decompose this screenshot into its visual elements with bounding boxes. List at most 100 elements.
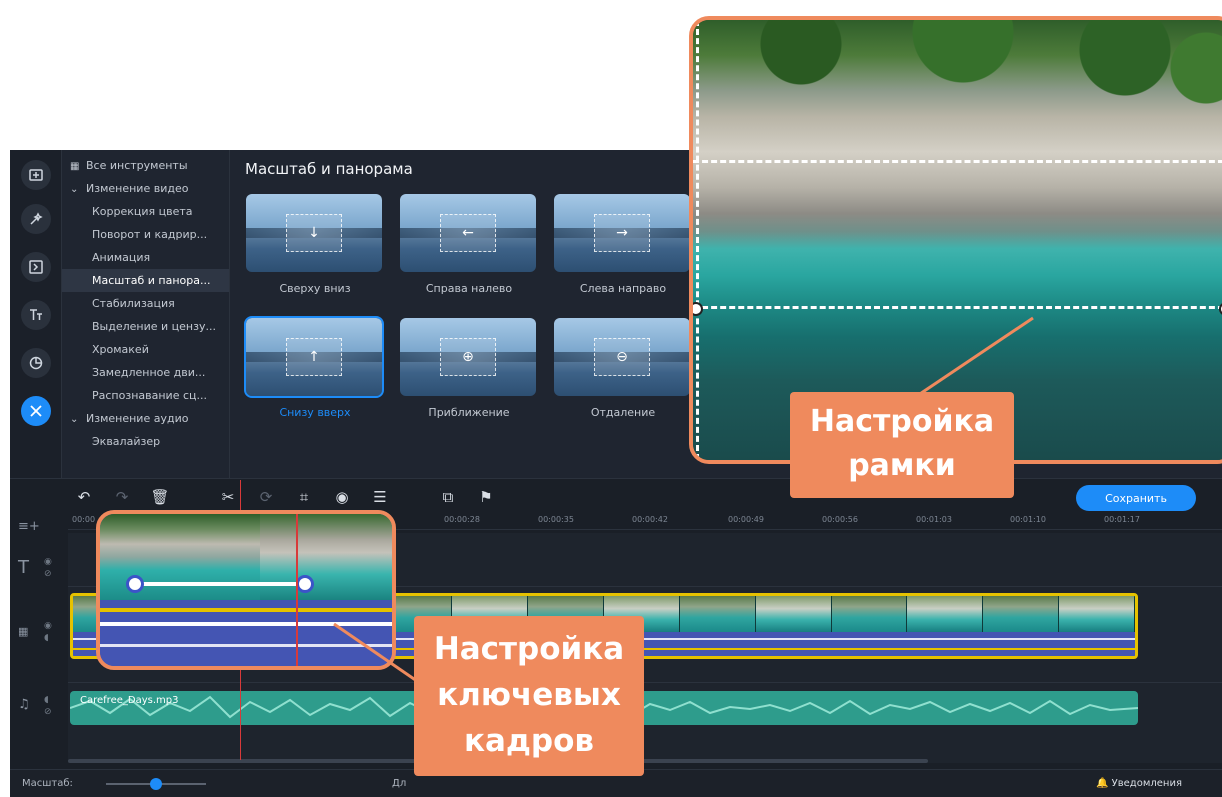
color-icon[interactable]: ◉: [328, 485, 356, 509]
magic-wand-icon[interactable]: [21, 204, 51, 234]
timeline-toolbar: ↶ ↷ 🗑 ✂ ⟳ ⌗ ◉ ☰ ⧉ ⚑: [70, 485, 510, 509]
tool-item-highlight[interactable]: Выделение и цензу...: [62, 315, 229, 338]
tool-item-stabilization[interactable]: Стабилизация: [62, 292, 229, 315]
preset-right-left[interactable]: ← Справа налево: [400, 194, 538, 295]
chevron-down-icon: ⌄: [70, 184, 79, 195]
overlay-icon[interactable]: ⧉: [434, 485, 462, 509]
lock-icon[interactable]: ⊘: [44, 707, 52, 717]
tool-item-equalizer[interactable]: Эквалайзер: [62, 430, 229, 453]
delete-icon[interactable]: 🗑: [146, 485, 174, 509]
tool-item-pan-zoom[interactable]: Масштаб и панора...: [62, 269, 229, 292]
preset-left-right[interactable]: → Слева направо: [554, 194, 692, 295]
audio-track-icon: ♫: [18, 697, 30, 712]
tick-label: 00:00:35: [538, 515, 574, 524]
keyframe-start[interactable]: [126, 575, 144, 593]
transitions-icon[interactable]: [21, 252, 51, 282]
clip-preview: [100, 514, 392, 600]
tick-label: 00:01:17: [1104, 515, 1140, 524]
marker-icon[interactable]: ⚑: [472, 485, 500, 509]
undo-icon[interactable]: ↶: [70, 485, 98, 509]
audio-clip-name: Carefree_Days.mp3: [80, 695, 179, 706]
tool-item-slowmo[interactable]: Замедленное дви...: [62, 361, 229, 384]
grid-icon: ▦: [70, 161, 80, 172]
tick-label: 00:00: [72, 515, 96, 524]
arrow-up-icon: ↑: [286, 338, 342, 376]
preset-bottom-up[interactable]: ↑ Снизу вверх: [244, 316, 384, 419]
rotate-icon[interactable]: ⟳: [252, 485, 280, 509]
save-button[interactable]: Сохранить: [1076, 485, 1196, 511]
redo-icon[interactable]: ↷: [108, 485, 136, 509]
preset-thumbnail: →: [554, 194, 690, 272]
preset-zoom-out[interactable]: ⊖ Отдаление: [554, 318, 692, 419]
cut-icon[interactable]: ✂: [214, 485, 242, 509]
preset-label: Приближение: [428, 406, 510, 419]
notifications-button[interactable]: 🔔 Уведомления: [1096, 778, 1182, 789]
tool-item-rotate[interactable]: Поворот и кадрир...: [62, 223, 229, 246]
visibility-icon[interactable]: ◉: [44, 557, 52, 567]
frame-left-edge: [696, 20, 699, 460]
visibility-icon[interactable]: ◉: [44, 621, 52, 631]
zoom-in-icon: ⊕: [440, 338, 496, 376]
frame-top-edge: [693, 160, 1222, 163]
all-tools-item[interactable]: ▦ Все инструменты: [62, 154, 229, 177]
tools-icon[interactable]: [21, 396, 51, 426]
tool-item-chroma[interactable]: Хромакей: [62, 338, 229, 361]
frame-callout-label: Настройка рамки: [790, 392, 1014, 498]
duration-label: Дл: [392, 778, 407, 789]
tool-item-scene[interactable]: Распознавание сц...: [62, 384, 229, 407]
frame-handle[interactable]: [693, 302, 703, 316]
track-headers: ≡+ T ◉ ⊘ ▦ ◉ ◖ ♫ ◖ ⊘: [10, 513, 66, 763]
zoom-slider-knob[interactable]: [150, 778, 162, 790]
titles-icon[interactable]: [21, 300, 51, 330]
tool-item-color[interactable]: Коррекция цвета: [62, 200, 229, 223]
stickers-icon[interactable]: [21, 348, 51, 378]
zoom-slider[interactable]: [106, 778, 206, 790]
keyframes-callout-label: Настройка ключевых кадров: [414, 616, 644, 776]
keyframe-path: [134, 582, 304, 586]
preset-label: Слева направо: [579, 282, 667, 295]
preset-thumbnail: ↑: [244, 316, 384, 398]
panel-title: Масштаб и панорама: [245, 160, 413, 178]
lock-icon[interactable]: ⊘: [44, 569, 52, 579]
preset-label: Отдаление: [590, 406, 656, 419]
video-track-icon: ▦: [18, 625, 29, 638]
arrow-down-icon: ↓: [286, 214, 342, 252]
crop-icon[interactable]: ⌗: [290, 485, 318, 509]
chevron-down-icon: ⌄: [70, 414, 79, 425]
tick-label: 00:00:42: [632, 515, 668, 524]
tick-label: 00:01:10: [1010, 515, 1046, 524]
tick-label: 00:00:28: [444, 515, 480, 524]
keyframe-end[interactable]: [296, 575, 314, 593]
bell-icon: 🔔: [1096, 778, 1109, 789]
tick-label: 00:01:03: [916, 515, 952, 524]
tick-label: 00:00:49: [728, 515, 764, 524]
properties-icon[interactable]: ☰: [366, 485, 394, 509]
pan-zoom-panel: Масштаб и панорама ↓ Сверху вниз ← Справ…: [230, 150, 700, 478]
preset-label: Снизу вверх: [279, 406, 351, 419]
playhead: [296, 514, 298, 666]
import-icon[interactable]: [21, 160, 51, 190]
add-track-icon[interactable]: ≡+: [18, 519, 40, 534]
arrow-right-icon: →: [594, 214, 650, 252]
preset-thumbnail: ⊕: [400, 318, 536, 396]
tick-label: 00:00:56: [822, 515, 858, 524]
preset-label: Справа налево: [425, 282, 513, 295]
audio-group-header[interactable]: ⌄ Изменение аудио: [62, 407, 229, 430]
preset-zoom-in[interactable]: ⊕ Приближение: [400, 318, 538, 419]
text-track-icon: T: [18, 557, 29, 578]
preset-top-down[interactable]: ↓ Сверху вниз: [246, 194, 384, 295]
tool-item-animation[interactable]: Анимация: [62, 246, 229, 269]
left-toolbar: [10, 150, 62, 478]
screenshot: ▦ Все инструменты ⌄ Изменение видео Коррек…: [0, 0, 1222, 797]
zoom-out-icon: ⊖: [594, 338, 650, 376]
preset-thumbnail: ↓: [246, 194, 382, 272]
preset-thumbnail: ←: [400, 194, 536, 272]
preset-thumbnail: ⊖: [554, 318, 690, 396]
tools-list: ▦ Все инструменты ⌄ Изменение видео Коррек…: [62, 150, 230, 478]
mute-icon[interactable]: ◖: [44, 695, 49, 705]
arrow-left-icon: ←: [440, 214, 496, 252]
preset-label: Сверху вниз: [279, 282, 351, 295]
mute-icon[interactable]: ◖: [44, 633, 49, 643]
video-group-header[interactable]: ⌄ Изменение видео: [62, 177, 229, 200]
audio-track: Carefree_Days.mp3: [68, 683, 1222, 763]
